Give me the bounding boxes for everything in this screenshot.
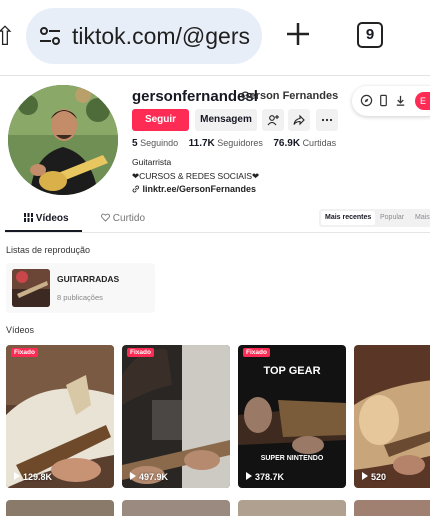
following-count[interactable]: 5 [132,138,138,149]
playlist-card[interactable]: GUITARRADAS 8 publicações [6,263,155,313]
address-bar[interactable]: tiktok.com/@gers [26,8,262,64]
link-icon [132,185,140,193]
sort-popular[interactable]: Popular [376,211,408,225]
profile-link[interactable]: linktr.ee/GersonFernandes [132,184,256,194]
url-text[interactable]: tiktok.com/@gers [72,23,250,50]
video-card[interactable] [238,500,346,516]
view-count: 497.9K [130,472,168,482]
video-caption-subtitle: SUPER NINTENDO [260,455,324,462]
video-thumbnail [122,345,230,488]
mobile-icon[interactable] [377,94,390,107]
tab-liked-label: Curtido [112,213,146,224]
video-thumbnail [6,345,114,488]
home-icon[interactable]: ⇧ [0,22,16,52]
pinned-badge: Fixado [243,348,270,357]
download-icon[interactable] [394,94,407,107]
video-card[interactable]: Fixado TOP GEAR SUPER NINTENDO 378.7K [238,345,346,488]
heart-outline-icon [101,213,110,222]
floating-action-button[interactable]: E [415,92,430,110]
video-caption-title: TOP GEAR [263,365,321,377]
video-card[interactable]: Fixado 129.8K [6,345,114,488]
video-thumbnail [354,345,430,488]
videos-title: Vídeos [6,325,35,335]
sort-latest[interactable]: Mais recentes [321,211,376,225]
add-friend-button[interactable] [262,109,284,131]
playlists-title: Listas de reprodução [6,245,91,255]
pinned-badge: Fixado [11,348,38,357]
sort-oldest[interactable]: Mais [411,211,430,225]
playlist-post-count: 8 publicações [57,293,103,302]
profile-stats: 5 Seguindo 11.7K Seguidores 76.9K Curtid… [132,138,336,149]
tab-switcher-button[interactable]: 9 [357,22,383,48]
tab-videos[interactable]: Vídeos [24,213,69,224]
tab-liked[interactable]: Curtido [101,213,145,224]
new-tab-icon[interactable] [284,20,312,48]
avatar-photo [8,85,118,195]
tab-videos-label: Vídeos [35,213,69,224]
grid-icon [24,213,33,222]
followers-count[interactable]: 11.7K [189,138,215,149]
pinned-badge: Fixado [127,348,154,357]
likes-label: Curtidas [302,138,337,148]
profile-bio: Guitarrista ❤CURSOS & REDES SOCIAIS❤ [132,155,259,183]
followers-label: Seguidores [217,138,263,148]
more-icon [321,118,333,122]
likes-count: 76.9K [273,138,301,149]
play-icon [362,472,368,480]
compass-icon[interactable] [360,94,373,107]
playlist-thumbnail [12,269,50,307]
play-icon [14,472,20,480]
play-icon [246,472,252,480]
add-user-icon [267,115,279,126]
share-button[interactable] [288,109,310,131]
video-card[interactable]: Fixado 497.9K [122,345,230,488]
view-count: 129.8K [14,472,52,482]
browser-toolbar: ⇧ tiktok.com/@gers 9 [0,0,430,76]
follow-button[interactable]: Seguir [132,109,189,131]
view-count: 378.7K [246,472,284,482]
following-label: Seguindo [140,138,179,148]
video-card[interactable] [6,500,114,516]
video-card[interactable] [354,500,430,516]
video-card[interactable] [122,500,230,516]
site-settings-icon[interactable] [38,24,62,48]
sort-control: Mais recentes Popular Mais [319,209,430,227]
bio-line: Guitarrista [132,157,172,167]
play-icon [130,472,136,480]
profile-username: gersonfernandesl [132,88,258,105]
bio-line: ❤CURSOS & REDES SOCIAIS❤ [132,171,260,181]
view-count: 520 [362,472,386,482]
floating-action-bar: E [352,86,430,116]
share-icon [293,114,305,126]
video-card[interactable]: 520 [354,345,430,488]
link-text[interactable]: linktr.ee/GersonFernandes [143,184,257,194]
message-button[interactable]: Mensagem [195,109,257,131]
more-options-button[interactable] [316,109,338,131]
profile-nickname: Gerson Fernandes [241,90,339,102]
tab-divider [5,232,430,233]
playlist-name: GUITARRADAS [57,274,120,284]
avatar[interactable] [8,85,118,195]
